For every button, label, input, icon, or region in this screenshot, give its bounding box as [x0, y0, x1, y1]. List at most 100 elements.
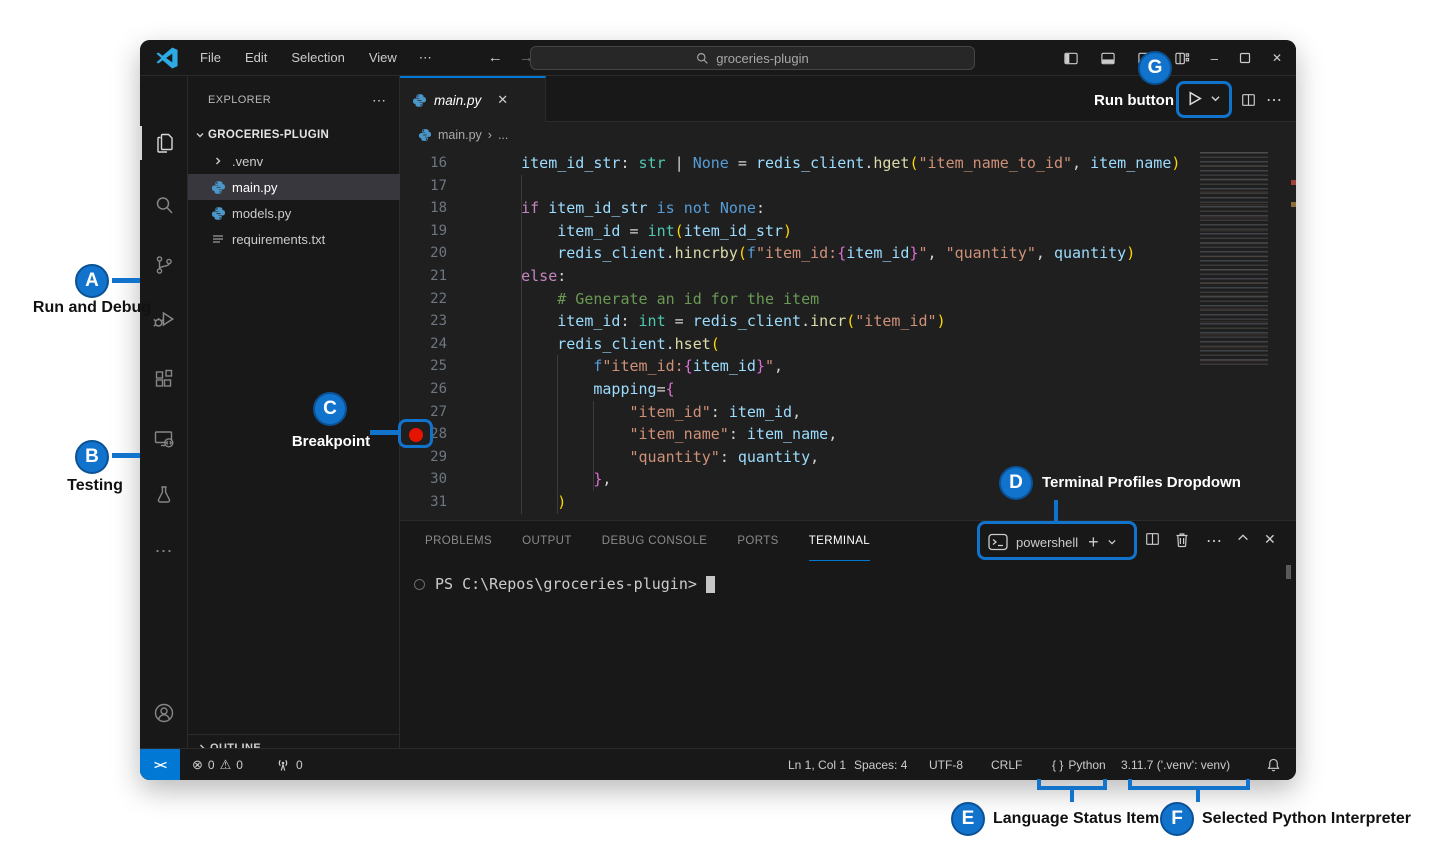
file-row-requirements[interactable]: requirements.txt — [188, 226, 400, 252]
split-editor-icon[interactable] — [1240, 92, 1257, 108]
code-editor[interactable]: 16 item_id_str: str | None = redis_clien… — [400, 152, 1200, 516]
code-line-25[interactable]: 25 f"item_id:{item_id}", — [400, 355, 1200, 378]
panel-tab-ports[interactable]: PORTS — [737, 521, 778, 561]
code-line-20[interactable]: 20 redis_client.hincrby(f"item_id:{item_… — [400, 242, 1200, 265]
menu-edit[interactable]: Edit — [245, 50, 267, 65]
annotation-bracket — [1037, 779, 1041, 790]
code-line-16[interactable]: 16 item_id_str: str | None = redis_clien… — [400, 152, 1200, 175]
code-line-31[interactable]: 31 ) — [400, 491, 1200, 514]
line-number-gutter[interactable]: 25 — [400, 355, 485, 378]
code-text: redis_client.hincrby(f"item_id:{item_id}… — [485, 242, 1135, 265]
annotation-box-terminal-dropdown — [977, 521, 1137, 560]
problems-status[interactable]: ⊗ 0 ⚠ 0 — [192, 749, 243, 780]
activity-search[interactable] — [140, 188, 188, 222]
panel-tab-problems[interactable]: PROBLEMS — [425, 521, 492, 561]
code-line-19[interactable]: 19 item_id = int(item_id_str) — [400, 220, 1200, 243]
menu-file[interactable]: File — [200, 50, 221, 65]
annotation-badge-b: B — [75, 440, 109, 474]
line-number-gutter[interactable]: 16 — [400, 152, 485, 175]
editor-more-actions-icon[interactable]: ⋯ — [1266, 90, 1282, 110]
line-number-gutter[interactable]: 23 — [400, 310, 485, 333]
python-interpreter-status[interactable]: 3.11.7 ('.venv': venv) — [1121, 749, 1230, 780]
code-line-23[interactable]: 23 item_id: int = redis_client.incr("ite… — [400, 310, 1200, 333]
split-terminal-icon[interactable] — [1144, 531, 1161, 547]
indent-guide — [593, 401, 594, 491]
activity-more[interactable]: ⋯ — [140, 534, 188, 568]
code-line-27[interactable]: 27 "item_id": item_id, — [400, 401, 1200, 424]
indentation-status[interactable]: Spaces: 4 — [854, 749, 907, 780]
close-window-icon[interactable]: ✕ — [1272, 51, 1282, 65]
activity-account[interactable] — [140, 696, 188, 730]
code-line-17[interactable]: 17 — [400, 175, 1200, 198]
annotation-label-python-interpreter: Selected Python Interpreter — [1202, 810, 1442, 828]
line-number-gutter[interactable]: 30 — [400, 468, 485, 491]
file-row-models-py[interactable]: models.py — [188, 200, 400, 226]
kill-terminal-trash-icon[interactable] — [1174, 531, 1190, 548]
terminal-scrollbar[interactable] — [1286, 565, 1291, 579]
panel-more-actions-icon[interactable]: ⋯ — [1206, 531, 1222, 551]
menu-view[interactable]: View — [369, 50, 397, 65]
line-number-gutter[interactable]: 20 — [400, 242, 485, 265]
code-line-28[interactable]: 28 "item_name": item_name, — [400, 423, 1200, 446]
annotation-label-terminal-profiles: Terminal Profiles Dropdown — [1042, 474, 1272, 491]
activity-explorer[interactable] — [140, 126, 188, 160]
line-number-gutter[interactable]: 19 — [400, 220, 485, 243]
line-number-gutter[interactable]: 21 — [400, 265, 485, 288]
activity-extensions[interactable] — [140, 362, 188, 396]
panel-tab-terminal[interactable]: TERMINAL — [809, 521, 870, 561]
explorer-more-icon[interactable]: ⋯ — [372, 92, 386, 109]
explorer-root-folder[interactable]: GROCERIES-PLUGIN — [188, 122, 400, 148]
close-tab-icon[interactable]: ✕ — [497, 92, 508, 108]
panel-tab-output[interactable]: OUTPUT — [522, 521, 572, 561]
breadcrumb[interactable]: main.py › ... — [400, 122, 1296, 148]
minimize-icon[interactable]: – — [1211, 51, 1218, 66]
menu-selection[interactable]: Selection — [291, 50, 344, 65]
code-line-24[interactable]: 24 redis_client.hset( — [400, 333, 1200, 356]
annotation-bracket — [1070, 786, 1074, 802]
activity-remote-explorer[interactable] — [140, 422, 188, 456]
line-number-gutter[interactable]: 26 — [400, 378, 485, 401]
line-number-gutter[interactable]: 17 — [400, 175, 485, 198]
back-icon[interactable]: ← — [488, 49, 503, 66]
bottom-panel: PROBLEMS OUTPUT DEBUG CONSOLE PORTS TERM… — [400, 520, 1296, 748]
terminal[interactable]: PS C:\Repos\groceries-plugin> — [400, 561, 1296, 749]
annotation-connector — [112, 278, 140, 283]
eol-status[interactable]: CRLF — [991, 749, 1022, 780]
line-number-gutter[interactable]: 31 — [400, 491, 485, 514]
error-count: 0 — [208, 758, 215, 772]
line-number-gutter[interactable]: 18 — [400, 197, 485, 220]
toggle-panel-icon[interactable] — [1100, 51, 1116, 66]
cursor-position-status[interactable]: Ln 1, Col 1 — [788, 749, 846, 780]
menu-more-icon[interactable]: ⋯ — [419, 50, 432, 66]
file-row-main-py[interactable]: main.py — [188, 174, 400, 200]
minimap[interactable] — [1200, 152, 1290, 366]
customize-layout-icon[interactable] — [1174, 51, 1190, 66]
overview-ruler-mark — [1291, 180, 1296, 185]
forwarded-ports-status[interactable]: 0 — [275, 749, 303, 780]
code-line-22[interactable]: 22 # Generate an id for the item — [400, 288, 1200, 311]
code-line-29[interactable]: 29 "quantity": quantity, — [400, 446, 1200, 469]
line-number-gutter[interactable]: 24 — [400, 333, 485, 356]
language-status-item[interactable]: { } Python — [1052, 749, 1106, 780]
panel-tab-debug-console[interactable]: DEBUG CONSOLE — [602, 521, 708, 561]
explorer-title: EXPLORER — [208, 94, 271, 106]
encoding-status[interactable]: UTF-8 — [929, 749, 963, 780]
maximize-icon[interactable] — [1239, 52, 1251, 64]
root-folder-label: GROCERIES-PLUGIN — [208, 129, 329, 141]
remote-indicator[interactable]: >< — [140, 749, 180, 780]
code-line-21[interactable]: 21 else: — [400, 265, 1200, 288]
toggle-primary-sidebar-icon[interactable] — [1063, 51, 1079, 66]
command-center-search[interactable]: groceries-plugin — [530, 46, 975, 70]
maximize-panel-icon[interactable] — [1236, 531, 1250, 543]
annotation-bracket — [1128, 786, 1250, 790]
line-number-gutter[interactable]: 22 — [400, 288, 485, 311]
notifications-bell[interactable] — [1266, 749, 1281, 780]
tab-main-py[interactable]: main.py ✕ — [400, 76, 546, 122]
close-panel-icon[interactable]: ✕ — [1264, 531, 1276, 548]
command-decoration-icon — [414, 579, 425, 590]
code-line-26[interactable]: 26 mapping={ — [400, 378, 1200, 401]
file-row-venv[interactable]: .venv — [188, 148, 400, 174]
line-number-gutter[interactable]: 29 — [400, 446, 485, 469]
activity-source-control[interactable] — [140, 248, 188, 282]
code-line-18[interactable]: 18 if item_id_str is not None: — [400, 197, 1200, 220]
